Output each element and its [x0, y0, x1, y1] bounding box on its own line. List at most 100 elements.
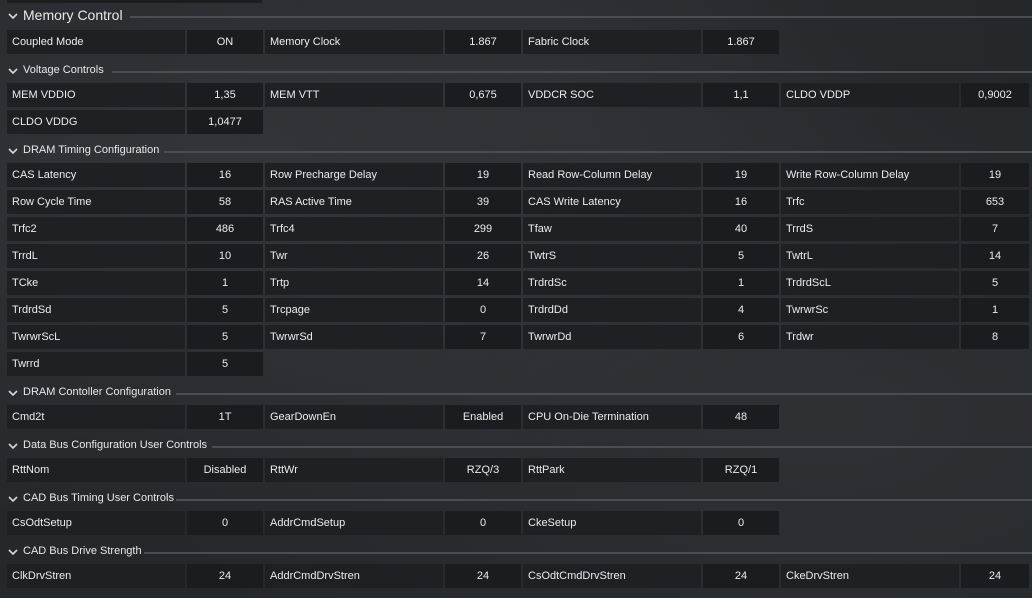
setting-value[interactable]: 7 [445, 325, 521, 349]
setting-value[interactable]: 1 [703, 271, 779, 295]
setting-value[interactable]: 299 [445, 217, 521, 241]
setting-value[interactable]: 39 [445, 190, 521, 214]
setting-value[interactable]: 6 [703, 325, 779, 349]
setting-value[interactable]: 10 [187, 244, 263, 268]
setting-value[interactable]: 7 [961, 217, 1029, 241]
setting-row: Trfc 653 [781, 190, 1029, 214]
setting-row: CAS Write Latency 16 [523, 190, 779, 214]
setting-value[interactable]: 1,1 [703, 83, 779, 107]
setting-label: TwrwrDd [523, 325, 701, 349]
setting-value[interactable]: 40 [703, 217, 779, 241]
setting-value[interactable]: 0 [445, 511, 521, 535]
setting-label: Tfaw [523, 217, 701, 241]
setting-row: Twr 26 [265, 244, 521, 268]
section-memory-control[interactable]: Memory Control [0, 6, 1032, 28]
setting-value[interactable]: 5 [961, 271, 1029, 295]
chevron-down-icon[interactable] [7, 387, 19, 399]
setting-row: CAS Latency 16 [7, 163, 263, 187]
section-title: DRAM Contoller Configuration [23, 386, 171, 398]
setting-row: CLDO VDDP 0,9002 [781, 83, 1029, 107]
section-cad-timing[interactable]: CAD Bus Timing User Controls [0, 491, 1032, 509]
chevron-down-icon[interactable] [7, 440, 19, 452]
setting-row: Trfc4 299 [265, 217, 521, 241]
setting-value[interactable]: 0 [445, 298, 521, 322]
setting-value[interactable]: 8 [961, 325, 1029, 349]
setting-value[interactable]: 26 [445, 244, 521, 268]
setting-label: TwrwrScL [7, 325, 185, 349]
setting-value[interactable]: 5 [187, 352, 263, 376]
setting-value[interactable]: 0,9002 [961, 83, 1029, 107]
section-dram-controller[interactable]: DRAM Contoller Configuration [0, 385, 1032, 403]
setting-value[interactable]: RZQ/1 [703, 458, 779, 482]
setting-value[interactable]: 1,35 [187, 83, 263, 107]
setting-value[interactable]: 24 [187, 564, 263, 588]
setting-label: Row Precharge Delay [265, 163, 443, 187]
chevron-down-icon[interactable] [7, 546, 19, 558]
chevron-down-icon[interactable] [7, 493, 19, 505]
setting-label: Row Cycle Time [7, 190, 185, 214]
setting-value[interactable]: 4 [703, 298, 779, 322]
setting-value[interactable]: 5 [187, 325, 263, 349]
setting-value[interactable]: 1,0477 [187, 110, 263, 134]
setting-value[interactable]: 19 [703, 163, 779, 187]
setting-row: Trtp 14 [265, 271, 521, 295]
setting-row: Memory Clock 1.867 [265, 30, 521, 54]
setting-label: CkeSetup [523, 511, 701, 535]
setting-row: Coupled Mode ON [7, 30, 263, 54]
setting-value[interactable]: 14 [445, 271, 521, 295]
setting-label: TrdrdScL [781, 271, 959, 295]
setting-label: TrrdS [781, 217, 959, 241]
chevron-down-icon[interactable] [7, 145, 19, 157]
setting-label: CAS Latency [7, 163, 185, 187]
setting-value[interactable]: ON [187, 30, 263, 54]
setting-row: TCke 1 [7, 271, 263, 295]
chevron-down-icon[interactable] [7, 10, 19, 22]
setting-value[interactable]: 24 [445, 564, 521, 588]
section-divider [144, 552, 1032, 554]
setting-row: TwrwrSd 7 [265, 325, 521, 349]
setting-label: CLDO VDDP [781, 83, 959, 107]
setting-value[interactable]: 19 [961, 163, 1029, 187]
setting-row: MEM VDDIO 1,35 [7, 83, 263, 107]
setting-value[interactable]: 653 [961, 190, 1029, 214]
setting-value[interactable]: 19 [445, 163, 521, 187]
section-cad-drive[interactable]: CAD Bus Drive Strength [0, 544, 1032, 562]
setting-value[interactable]: 14 [961, 244, 1029, 268]
section-divider [176, 393, 1032, 395]
setting-value[interactable]: RZQ/3 [445, 458, 521, 482]
section-voltage-controls[interactable]: Voltage Controls [0, 63, 1032, 81]
setting-value[interactable]: 58 [187, 190, 263, 214]
setting-value[interactable]: 16 [187, 163, 263, 187]
setting-value[interactable]: 16 [703, 190, 779, 214]
setting-value[interactable]: 24 [961, 564, 1029, 588]
setting-label: CAS Write Latency [523, 190, 701, 214]
setting-value[interactable]: 1T [187, 405, 263, 429]
setting-label: Trfc [781, 190, 959, 214]
setting-value[interactable]: 1 [961, 298, 1029, 322]
section-data-bus[interactable]: Data Bus Configuration User Controls [0, 438, 1032, 456]
setting-value[interactable]: 1 [187, 271, 263, 295]
setting-label: Cmd2t [7, 405, 185, 429]
setting-value[interactable]: 0 [187, 511, 263, 535]
chevron-down-icon[interactable] [7, 65, 19, 77]
setting-value[interactable]: 5 [703, 244, 779, 268]
setting-label: TwtrL [781, 244, 959, 268]
setting-value[interactable]: 0 [703, 511, 779, 535]
setting-row: CsOdtSetup 0 [7, 511, 263, 535]
setting-label: ClkDrvStren [7, 564, 185, 588]
setting-value[interactable]: 24 [703, 564, 779, 588]
setting-value[interactable]: 5 [187, 298, 263, 322]
setting-value[interactable]: Enabled [445, 405, 521, 429]
setting-value[interactable]: 486 [187, 217, 263, 241]
setting-value[interactable]: Disabled [187, 458, 263, 482]
setting-row: ClkDrvStren 24 [7, 564, 263, 588]
section-dram-timing[interactable]: DRAM Timing Configuration [0, 143, 1032, 161]
setting-row: Tfaw 40 [523, 217, 779, 241]
setting-value[interactable]: 1.867 [703, 30, 779, 54]
setting-value[interactable]: 1.867 [445, 30, 521, 54]
setting-value[interactable]: 48 [703, 405, 779, 429]
setting-value[interactable]: 0,675 [445, 83, 521, 107]
setting-label: TwrwrSc [781, 298, 959, 322]
setting-label: TrdrdDd [523, 298, 701, 322]
setting-row: CPU On-Die Termination 48 [523, 405, 779, 429]
